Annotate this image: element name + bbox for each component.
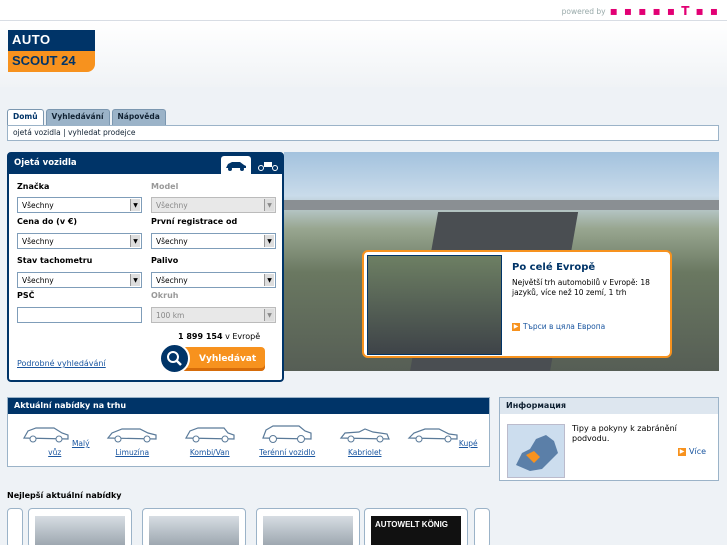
telekom-logo[interactable]: ▪ ▪ ▪ ▪ ▪ T ▪ ▪ bbox=[610, 4, 719, 18]
category-suv[interactable]: Terénní vozidlo bbox=[249, 422, 327, 457]
top-bar: powered by ▪ ▪ ▪ ▪ ▪ T ▪ ▪ bbox=[0, 0, 727, 21]
best-offers-title: Nejlepší aktuální nabídky bbox=[7, 491, 122, 500]
detailed-search-link[interactable]: Podrobné vyhledávání bbox=[17, 359, 106, 368]
radius-select[interactable]: 100 km ▼ bbox=[151, 307, 276, 323]
car-icon bbox=[407, 428, 458, 443]
zip-label: PSČ bbox=[17, 291, 35, 300]
make-label: Značka bbox=[17, 182, 50, 191]
car-icon bbox=[22, 427, 69, 443]
categories-title: Aktuální nabídky na trhu bbox=[8, 398, 489, 414]
powered-by: powered by ▪ ▪ ▪ ▪ ▪ T ▪ ▪ bbox=[561, 4, 719, 18]
info-more-link[interactable]: ▶ Více bbox=[678, 447, 706, 456]
search-box: Ojetá vozidla Značka Všechny ▼ Model Všec… bbox=[7, 152, 284, 382]
info-text: Tipy a pokyny k zabránění podvodu. bbox=[572, 424, 677, 443]
chevron-down-icon: ▼ bbox=[130, 274, 140, 286]
price-label: Cena do (v €) bbox=[17, 217, 78, 226]
chevron-down-icon: ▼ bbox=[130, 235, 140, 247]
tab-help[interactable]: Nápověda bbox=[111, 109, 166, 125]
model-select[interactable]: Všechny ▼ bbox=[151, 197, 276, 213]
sub-navigation[interactable]: ojetá vozidla | vyhledat prodejce bbox=[7, 125, 719, 141]
category-sedan[interactable]: Limuzína bbox=[94, 422, 172, 457]
offer-thumb bbox=[35, 516, 125, 545]
chevron-down-icon: ▼ bbox=[130, 199, 140, 211]
offers-next-button[interactable] bbox=[474, 508, 490, 545]
info-title: Информация bbox=[500, 398, 718, 414]
category-small-car[interactable]: Malý vůz bbox=[16, 422, 94, 457]
registration-label: První registrace od bbox=[151, 217, 238, 226]
offer-card[interactable] bbox=[142, 508, 246, 545]
offer-thumb bbox=[149, 516, 239, 545]
chevron-down-icon: ▼ bbox=[264, 199, 274, 211]
radius-label: Okruh bbox=[151, 291, 179, 300]
zip-input[interactable] bbox=[17, 307, 142, 323]
bridge-image bbox=[284, 200, 719, 210]
category-station-wagon[interactable]: Kombi/Van bbox=[171, 422, 249, 457]
promo-title: Po celé Evropě bbox=[512, 262, 596, 273]
offers-prev-button[interactable] bbox=[7, 508, 23, 545]
fuel-select[interactable]: Všechny ▼ bbox=[151, 272, 276, 288]
promo-text: Největší trh automobilů v Evropě: 18 jaz… bbox=[512, 278, 650, 297]
categories-panel: Aktuální nabídky na trhu Malý vůz Limuzí… bbox=[7, 397, 490, 467]
offer-thumb bbox=[263, 516, 353, 545]
price-select[interactable]: Všechny ▼ bbox=[17, 233, 142, 249]
chevron-down-icon: ▼ bbox=[264, 309, 274, 321]
promo-image bbox=[367, 255, 502, 355]
header bbox=[0, 21, 727, 87]
motorbike-tab-icon[interactable] bbox=[253, 156, 283, 174]
chevron-down-icon: ▼ bbox=[264, 274, 274, 286]
result-count: 1 899 154 v Evropě bbox=[178, 332, 261, 341]
best-offers-row: AUTOWELT KÖNIG bbox=[7, 508, 491, 545]
car-icon bbox=[262, 425, 312, 443]
info-panel: Информация Tipy a pokyny k zabránění pod… bbox=[499, 397, 719, 481]
mileage-select[interactable]: Všechny ▼ bbox=[17, 272, 142, 288]
model-label: Model bbox=[151, 182, 179, 191]
category-convertible[interactable]: Kabriolet bbox=[326, 422, 404, 457]
hero-banner: Po celé Evropě Největší trh automobilů v… bbox=[284, 152, 719, 371]
fuel-label: Palivo bbox=[151, 256, 179, 265]
registration-select[interactable]: Všechny ▼ bbox=[151, 233, 276, 249]
search-header: Ojetá vozidla bbox=[9, 154, 283, 174]
offer-card[interactable]: AUTOWELT KÖNIG bbox=[364, 508, 468, 545]
promo-link[interactable]: ▶ Търси в цяла Европа bbox=[512, 322, 605, 331]
car-tab-icon[interactable] bbox=[221, 156, 251, 174]
autoscout24-logo[interactable]: AUTO SCOUT 24 bbox=[8, 30, 95, 72]
mileage-label: Stav tachometru bbox=[17, 256, 93, 265]
offer-card[interactable] bbox=[28, 508, 132, 545]
car-icon bbox=[339, 428, 390, 443]
europe-map-image bbox=[507, 424, 565, 478]
main-tabs: Domů Vyhledávání Nápověda bbox=[7, 109, 166, 125]
make-select[interactable]: Všechny ▼ bbox=[17, 197, 142, 213]
chevron-down-icon: ▼ bbox=[264, 235, 274, 247]
arrow-right-icon: ▶ bbox=[678, 447, 686, 456]
dealer-logo: AUTOWELT KÖNIG bbox=[371, 516, 461, 545]
offer-card[interactable] bbox=[256, 508, 360, 545]
car-icon bbox=[107, 428, 157, 443]
car-icon bbox=[184, 427, 235, 443]
tab-search[interactable]: Vyhledávání bbox=[45, 109, 110, 125]
category-coupe[interactable]: Kupé bbox=[404, 422, 482, 457]
promo-box[interactable]: Po celé Evropě Největší trh automobilů v… bbox=[362, 250, 672, 358]
arrow-right-icon: ▶ bbox=[512, 322, 520, 331]
search-icon[interactable] bbox=[159, 343, 190, 374]
tab-home[interactable]: Domů bbox=[7, 109, 44, 125]
